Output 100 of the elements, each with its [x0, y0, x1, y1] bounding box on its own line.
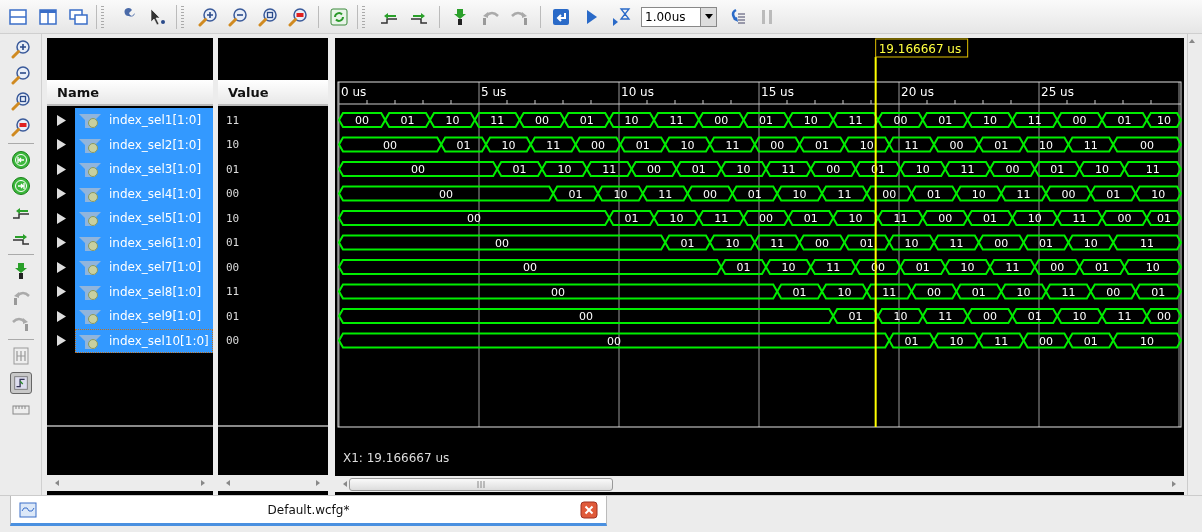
zoom-fit-icon[interactable] — [258, 6, 278, 27]
bus-value: 01 — [1117, 114, 1132, 127]
scroll-left-icon[interactable] — [341, 480, 349, 488]
bus-signal-icon — [79, 136, 101, 153]
signal-name[interactable]: index_sel9[1:0] — [75, 304, 213, 329]
bus-value: 00 — [983, 310, 997, 323]
scroll-up-icon[interactable] — [1188, 37, 1196, 45]
scroll-left-icon[interactable] — [224, 479, 232, 487]
refresh-icon[interactable] — [329, 6, 349, 27]
bus-segment — [944, 259, 992, 275]
next-icon[interactable] — [10, 176, 31, 196]
bus-segment — [1123, 259, 1183, 275]
windows-icon[interactable] — [68, 6, 88, 27]
scroll-right-icon[interactable] — [1170, 480, 1178, 488]
scroll-right-icon[interactable] — [314, 479, 322, 487]
columns-layout-icon[interactable] — [38, 6, 58, 27]
caret-icon[interactable] — [704, 14, 713, 19]
expand-icon[interactable] — [56, 286, 66, 298]
bus-value: 10 — [669, 212, 684, 225]
bus-segment — [899, 161, 947, 177]
run-for-icon[interactable] — [611, 6, 631, 27]
signal-name[interactable]: index_sel2[1:0] — [75, 132, 213, 157]
toggle-button[interactable] — [9, 372, 32, 394]
bus-value: 01 — [680, 236, 695, 250]
run-time-field[interactable]: 1.00us — [641, 6, 701, 27]
bus-value: 10 — [781, 261, 796, 274]
bus-value: 01 — [747, 187, 762, 201]
scrollbar-thumb[interactable] — [349, 477, 613, 491]
expand-icon[interactable] — [56, 261, 66, 273]
bus-value: 11 — [949, 236, 964, 250]
expand-icon[interactable] — [56, 212, 66, 224]
zoom-out-icon[interactable] — [10, 65, 31, 85]
signal-name[interactable]: index_sel3[1:0] — [75, 157, 213, 182]
bus-value: 10 — [1016, 285, 1031, 299]
bus-value: 11 — [960, 163, 975, 176]
expand-icon[interactable] — [56, 114, 66, 126]
bus-value: 00 — [927, 285, 941, 299]
bus-segment — [1000, 283, 1048, 300]
document-tab[interactable]: Default.wcfg* — [10, 496, 607, 526]
bus-value: 10 — [915, 163, 930, 176]
bus-segment — [753, 234, 801, 251]
scroll-right-icon[interactable] — [199, 479, 207, 487]
bus-value: 10 — [949, 334, 964, 348]
bus-value: 01 — [456, 138, 471, 152]
zoom-marker-icon[interactable] — [288, 6, 308, 27]
zoom-marker-icon[interactable] — [10, 117, 31, 137]
close-icon[interactable] — [580, 500, 598, 519]
bus-value: 00 — [495, 236, 510, 250]
expand-icon[interactable] — [56, 163, 66, 175]
previous-icon[interactable] — [10, 150, 31, 170]
bus-value: 00 — [949, 138, 964, 152]
expand-icon[interactable] — [56, 310, 66, 322]
bus-segment — [955, 185, 1003, 202]
zoom-out-icon[interactable] — [228, 6, 248, 27]
scroll-left-icon[interactable] — [53, 479, 61, 487]
bus-value: 10 — [1072, 310, 1087, 323]
bus-segment — [675, 161, 723, 177]
column-header[interactable]: Value — [218, 80, 328, 106]
bus-value: 01 — [579, 114, 594, 127]
bus-value: 01 — [691, 163, 706, 176]
bus-value: 10 — [1083, 236, 1098, 250]
bus-segment — [932, 136, 980, 153]
bus-segment — [977, 136, 1025, 153]
bus-segment — [1100, 210, 1148, 226]
restart-icon[interactable] — [551, 6, 571, 27]
bus-value: 00 — [411, 163, 426, 176]
bus-value: 01 — [815, 138, 829, 152]
column-header[interactable]: Name — [47, 80, 213, 106]
signal-name[interactable]: index_sel10[1:0] — [75, 328, 213, 353]
bus-segment — [776, 185, 824, 202]
zoom-in-icon[interactable] — [10, 39, 31, 59]
zoom-fit-icon[interactable] — [10, 91, 31, 111]
rows-layout-icon[interactable] — [8, 6, 28, 27]
signal-name[interactable]: index_sel6[1:0] — [75, 230, 213, 255]
signal-name[interactable]: index_sel1[1:0] — [75, 108, 213, 133]
bus-segment — [1145, 210, 1183, 226]
zoom-in-icon[interactable] — [198, 6, 218, 27]
bus-segment — [1078, 259, 1126, 275]
bus-value: 00 — [1061, 187, 1076, 201]
bus-value: 00 — [383, 138, 398, 152]
expand-icon[interactable] — [56, 237, 66, 249]
time-label: 10 us — [621, 85, 654, 99]
bus-value: 11 — [848, 114, 863, 127]
signal-name[interactable]: index_sel8[1:0] — [75, 279, 213, 304]
bus-value: 00 — [1156, 310, 1171, 323]
bus-segment — [529, 136, 577, 153]
signal-name[interactable]: index_sel4[1:0] — [75, 181, 213, 206]
bus-value: 00 — [893, 114, 908, 127]
bus-value: 01 — [635, 138, 650, 152]
pointer-icon[interactable] — [148, 6, 168, 27]
bus-value: 11 — [1140, 236, 1155, 250]
time-label: 0 us — [341, 85, 367, 99]
time-label: 15 us — [761, 85, 794, 99]
expand-icon[interactable] — [56, 139, 66, 151]
bus-value: 00 — [994, 236, 1009, 250]
bus-segment — [384, 112, 432, 128]
expand-icon[interactable] — [56, 188, 66, 200]
signal-name[interactable]: index_sel5[1:0] — [75, 206, 213, 231]
expand-icon[interactable] — [56, 335, 66, 347]
signal-name[interactable]: index_sel7[1:0] — [75, 255, 213, 280]
